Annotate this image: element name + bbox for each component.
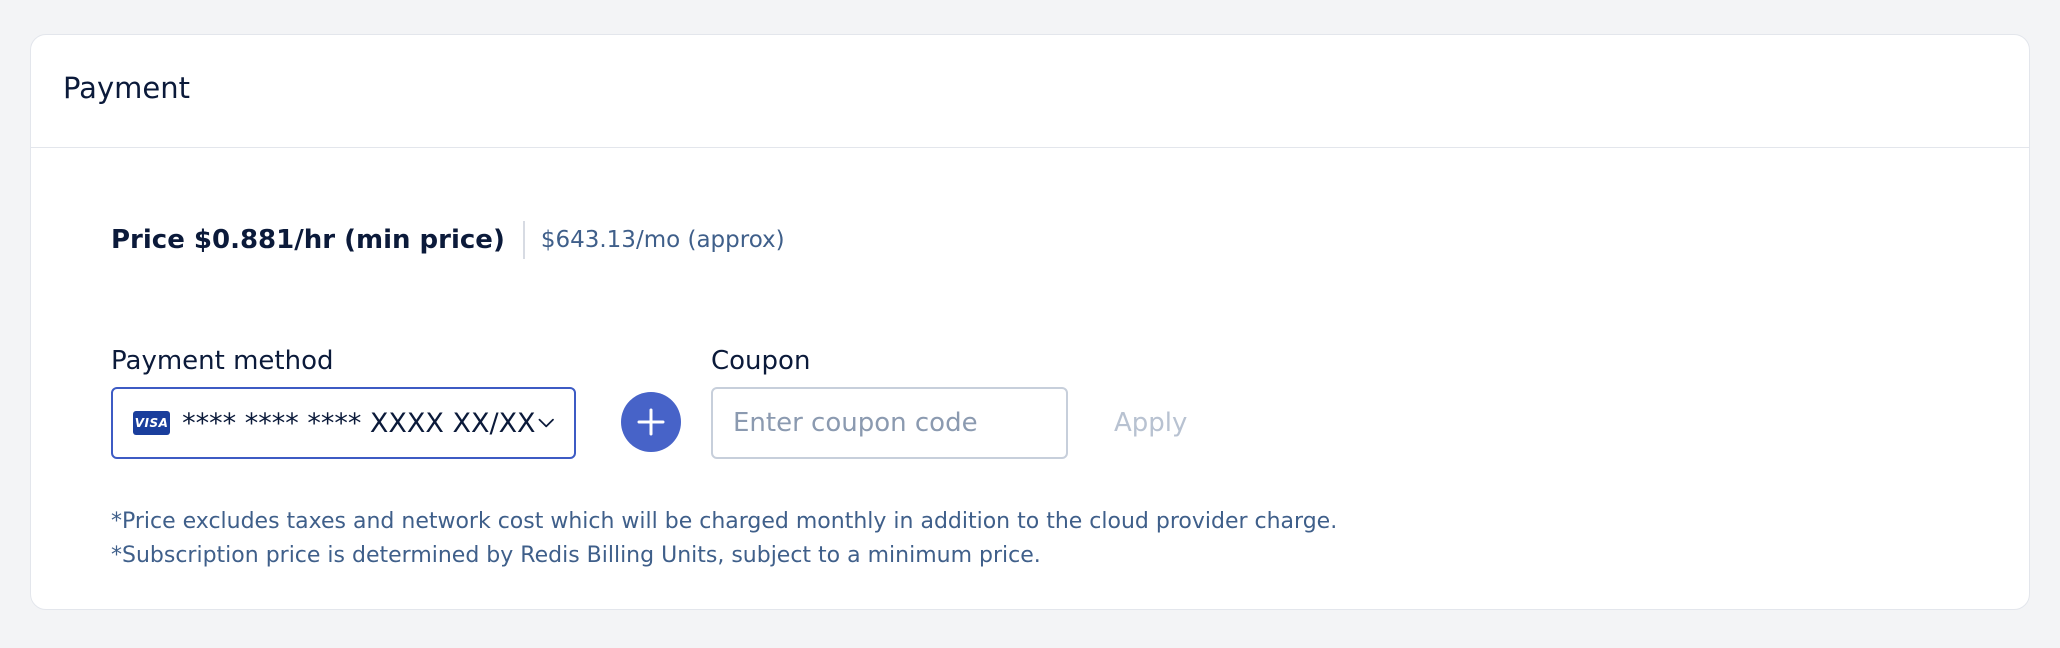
- add-payment-method-button[interactable]: [621, 392, 681, 452]
- pricing-notes: *Price excludes taxes and network cost w…: [111, 505, 1337, 573]
- plus-icon: [637, 408, 665, 436]
- payment-method-label: Payment method: [111, 346, 334, 376]
- payment-method-select[interactable]: VISA **** **** **** XXXX XX/XX: [111, 387, 576, 459]
- price-summary: Price $0.881/hr (min price) $643.13/mo (…: [111, 220, 785, 260]
- coupon-input[interactable]: [711, 387, 1068, 459]
- apply-coupon-button[interactable]: Apply: [1114, 387, 1187, 459]
- card-header: Payment: [31, 35, 2029, 148]
- pricing-note-billing-units: *Subscription price is determined by Red…: [111, 543, 1041, 568]
- coupon-label: Coupon: [711, 346, 811, 376]
- selected-card-value: **** **** **** XXXX XX/XX: [182, 407, 536, 439]
- card-title: Payment: [63, 71, 190, 105]
- price-hourly: Price $0.881/hr (min price): [111, 225, 505, 255]
- visa-icon: VISA: [133, 411, 171, 435]
- payment-card: Payment Price $0.881/hr (min price) $643…: [30, 34, 2030, 610]
- pricing-note-taxes: *Price excludes taxes and network cost w…: [111, 509, 1338, 534]
- price-divider: [522, 221, 525, 259]
- chevron-down-icon: [538, 418, 554, 428]
- price-monthly: $643.13/mo (approx): [540, 227, 785, 253]
